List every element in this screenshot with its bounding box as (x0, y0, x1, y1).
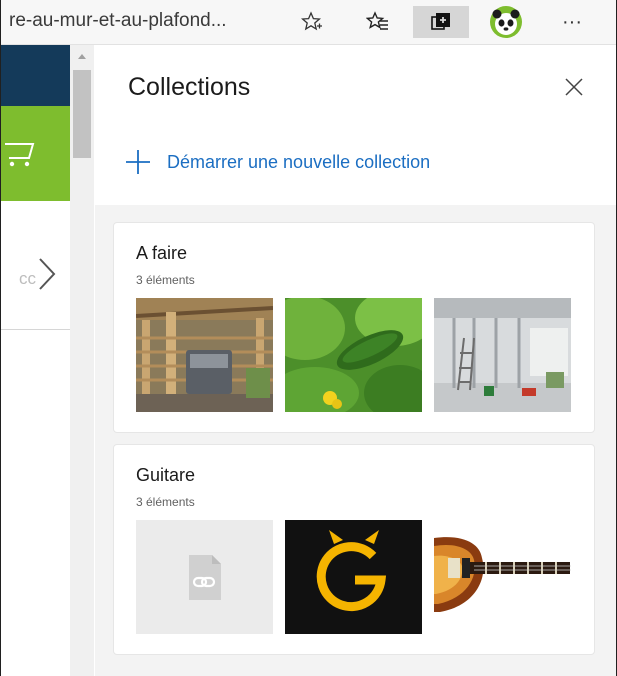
browser-window: re-au-mur-et-au-plafond... ··· cc Collec… (0, 0, 617, 676)
divider (1, 329, 70, 330)
collection-thumbnails (136, 298, 571, 412)
collection-card-guitare[interactable]: Guitare 3 éléments (113, 444, 595, 655)
favorites-icon[interactable] (359, 6, 397, 38)
panel-title: Collections (128, 73, 251, 101)
electric-guitar-photo[interactable] (434, 520, 571, 634)
collections-panel: Collections Démarrer une nouvelle collec… (95, 45, 616, 676)
collection-card-a-faire[interactable]: A faire 3 éléments (113, 222, 595, 433)
collections-panel-header: Collections Démarrer une nouvelle collec… (95, 45, 616, 205)
cucumber-plant-photo[interactable] (285, 298, 422, 412)
g-logo[interactable] (285, 520, 422, 634)
site-header-block (1, 45, 70, 106)
browser-toolbar: re-au-mur-et-au-plafond... ··· (1, 0, 616, 45)
more-icon[interactable]: ··· (553, 6, 591, 38)
collection-count: 3 éléments (136, 273, 195, 287)
cart-icon (5, 143, 35, 167)
profile-avatar-icon[interactable] (487, 6, 525, 38)
collection-name: Guitare (136, 465, 196, 485)
close-button[interactable] (562, 75, 586, 99)
scroll-up-arrow-icon[interactable] (78, 54, 86, 59)
link-placeholder-thumb[interactable] (136, 520, 273, 634)
collection-name: A faire (136, 243, 188, 263)
add-favorite-icon[interactable] (293, 6, 331, 38)
collection-count: 3 éléments (136, 495, 195, 509)
page-faded-text: cc (19, 269, 36, 288)
collection-thumbnails (136, 520, 571, 634)
cart-button[interactable] (1, 106, 70, 201)
address-bar-url[interactable]: re-au-mur-et-au-plafond... (9, 10, 227, 32)
bbq-pergola-photo[interactable] (136, 298, 273, 412)
plus-icon (126, 150, 150, 174)
new-collection-button[interactable]: Démarrer une nouvelle collection (125, 149, 430, 175)
chevron-right-icon[interactable] (37, 257, 57, 291)
link-placeholder-icon (189, 555, 221, 600)
collections-icon[interactable] (413, 6, 469, 38)
room-renovation-photo[interactable] (434, 298, 571, 412)
scroll-thumb[interactable] (73, 70, 91, 158)
new-collection-label: Démarrer une nouvelle collection (167, 151, 431, 172)
page-scrollbar[interactable] (70, 45, 94, 676)
close-icon (565, 78, 583, 96)
web-page-background: cc (1, 45, 70, 676)
